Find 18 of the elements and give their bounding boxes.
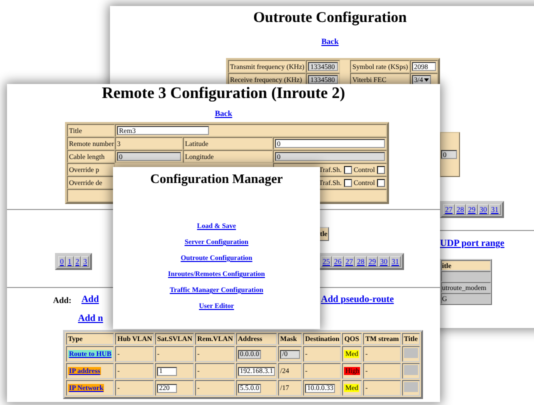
checkbox[interactable] (344, 166, 352, 174)
udp-port-range-link[interactable]: UDP port range (440, 239, 504, 249)
checkbox[interactable] (377, 178, 385, 186)
page-title: Configuration Manager (150, 170, 283, 188)
add-link[interactable]: Add n (78, 314, 104, 324)
add-link[interactable]: Add (81, 295, 99, 305)
page-title: Remote 3 Configuration (Inroute 2) (102, 85, 346, 103)
title-swatch (404, 365, 418, 375)
checkbox[interactable] (377, 166, 385, 174)
add-label: Add: (53, 295, 72, 305)
back-link[interactable]: Back (214, 109, 232, 118)
add-link[interactable]: Add pseudo-route (320, 295, 394, 305)
page-title: Outroute Configuration (253, 9, 407, 27)
title-swatch (404, 382, 418, 392)
caret-icon (424, 78, 429, 82)
title-swatch (404, 348, 418, 358)
back-link[interactable]: Back (321, 37, 339, 46)
checkbox[interactable] (344, 178, 352, 186)
